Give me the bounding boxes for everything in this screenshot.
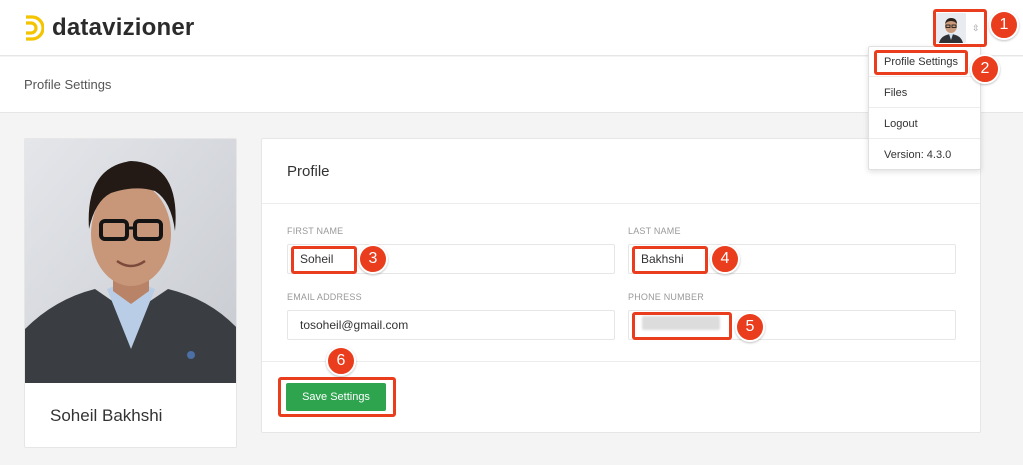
highlight-save-button — [278, 377, 396, 417]
highlight-avatar — [933, 9, 987, 47]
divider — [262, 203, 980, 204]
annotation-badge: 5 — [735, 312, 765, 342]
first-name-label: FIRST NAME — [287, 226, 344, 236]
last-name-label: LAST NAME — [628, 226, 681, 236]
annotation-badge: 6 — [326, 346, 356, 376]
profile-card: Soheil Bakhshi — [24, 138, 237, 448]
annotation-badge: 2 — [970, 54, 1000, 84]
email-field[interactable] — [287, 310, 615, 340]
annotation-badge: 3 — [358, 244, 388, 274]
highlight-phone — [632, 312, 732, 340]
highlight-profile-settings — [874, 50, 968, 75]
divider — [262, 361, 980, 362]
highlight-first-name — [291, 246, 357, 274]
profile-name: Soheil Bakhshi — [50, 406, 163, 425]
breadcrumb: Profile Settings — [24, 77, 112, 92]
annotation-badge: 1 — [989, 10, 1019, 40]
profile-photo — [25, 139, 236, 383]
menu-item-files[interactable]: Files — [869, 78, 980, 108]
form-title: Profile — [287, 163, 330, 180]
menu-item-logout[interactable]: Logout — [869, 109, 980, 139]
app-logo[interactable]: datavizioner — [22, 14, 194, 42]
highlight-last-name — [632, 246, 708, 274]
app-name: datavizioner — [52, 14, 195, 41]
logo-icon — [26, 15, 44, 41]
phone-label: PHONE NUMBER — [628, 292, 704, 302]
annotation-badge: 4 — [710, 244, 740, 274]
menu-item-version: Version: 4.3.0 — [884, 149, 952, 161]
email-label: EMAIL ADDRESS — [287, 292, 362, 302]
profile-photo-image — [25, 139, 236, 383]
